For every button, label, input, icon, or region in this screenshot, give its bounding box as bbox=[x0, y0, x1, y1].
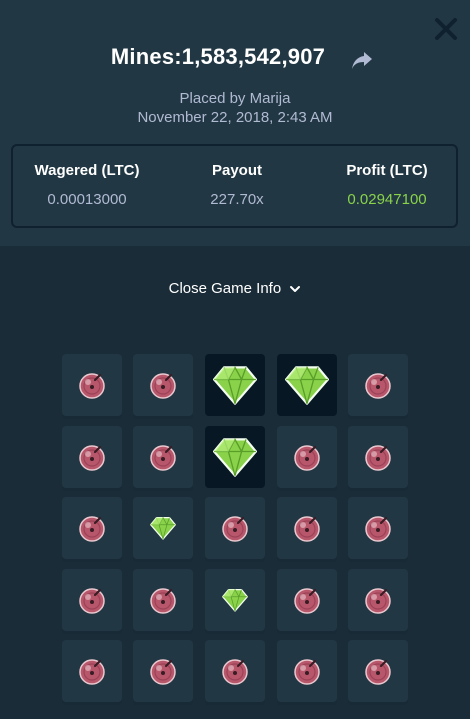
board-tile[interactable] bbox=[62, 497, 122, 559]
board-tile[interactable] bbox=[277, 354, 337, 416]
board-tile[interactable] bbox=[277, 569, 337, 631]
board-tile[interactable] bbox=[348, 497, 408, 559]
profit-label: Profit (LTC) bbox=[346, 162, 428, 179]
mine-icon bbox=[363, 656, 393, 686]
mine-icon bbox=[77, 370, 107, 400]
board-tile[interactable] bbox=[62, 569, 122, 631]
mine-icon bbox=[292, 513, 322, 543]
bet-date: November 22, 2018, 2:43 AM bbox=[137, 109, 333, 126]
stat-payout: Payout 227.70x bbox=[181, 162, 293, 208]
toggle-label: Close Game Info bbox=[168, 280, 282, 297]
mine-icon bbox=[148, 442, 178, 472]
bet-stats-panel: Wagered (LTC) 0.00013000 Payout 227.70x … bbox=[11, 144, 458, 228]
board-tile[interactable] bbox=[348, 569, 408, 631]
board-tile[interactable] bbox=[133, 426, 193, 488]
board-tile[interactable] bbox=[62, 354, 122, 416]
board-tile[interactable] bbox=[205, 354, 265, 416]
gem-icon bbox=[222, 587, 248, 613]
board-tile[interactable] bbox=[133, 497, 193, 559]
stat-wagered: Wagered (LTC) 0.00013000 bbox=[31, 162, 143, 208]
gem-icon bbox=[213, 435, 257, 479]
payout-value: 227.70x bbox=[210, 191, 264, 208]
mine-icon bbox=[77, 656, 107, 686]
chevron-down-icon bbox=[285, 280, 301, 297]
board-tile[interactable] bbox=[277, 497, 337, 559]
board-tile[interactable] bbox=[205, 426, 265, 488]
gem-icon bbox=[285, 363, 329, 407]
board-tile[interactable] bbox=[62, 640, 122, 702]
board-tile[interactable] bbox=[348, 354, 408, 416]
bet-title: Mines:1,583,542,907 bbox=[0, 44, 470, 78]
mine-icon bbox=[77, 585, 107, 615]
mine-icon bbox=[363, 442, 393, 472]
mine-icon bbox=[77, 513, 107, 543]
board-tile[interactable] bbox=[62, 426, 122, 488]
board-tile[interactable] bbox=[205, 569, 265, 631]
mine-icon bbox=[148, 370, 178, 400]
payout-label: Payout bbox=[211, 162, 262, 179]
mine-icon bbox=[220, 656, 250, 686]
wagered-label: Wagered (LTC) bbox=[34, 162, 140, 179]
share-arrow-icon[interactable] bbox=[351, 51, 373, 71]
board-tile[interactable] bbox=[348, 426, 408, 488]
bet-header: Mines:1,583,542,907 Placed by Marija Nov… bbox=[0, 0, 470, 246]
board-tile[interactable] bbox=[277, 640, 337, 702]
board-tile[interactable] bbox=[277, 426, 337, 488]
mine-icon bbox=[363, 585, 393, 615]
board-tile[interactable] bbox=[133, 354, 193, 416]
board-tile[interactable] bbox=[205, 497, 265, 559]
close-icon[interactable] bbox=[433, 16, 459, 42]
board-tile[interactable] bbox=[133, 640, 193, 702]
mine-icon bbox=[292, 585, 322, 615]
gem-icon bbox=[213, 363, 257, 407]
gem-icon bbox=[150, 515, 176, 541]
mine-icon bbox=[148, 585, 178, 615]
board-tile[interactable] bbox=[348, 640, 408, 702]
mine-icon bbox=[220, 513, 250, 543]
mine-icon bbox=[148, 656, 178, 686]
mine-icon bbox=[363, 370, 393, 400]
bet-title-text: Mines:1,583,542,907 bbox=[110, 44, 326, 69]
close-game-info-toggle[interactable]: Close Game Info bbox=[0, 280, 470, 297]
bet-meta: Placed by Marija November 22, 2018, 2:43… bbox=[0, 89, 470, 127]
board-tile[interactable] bbox=[133, 569, 193, 631]
mine-icon bbox=[292, 442, 322, 472]
wagered-value: 0.00013000 bbox=[47, 191, 127, 208]
mine-icon bbox=[77, 442, 107, 472]
stat-profit: Profit (LTC) 0.02947100 bbox=[331, 162, 443, 208]
placed-by-text: Placed by Marija bbox=[179, 90, 291, 107]
mine-icon bbox=[363, 513, 393, 543]
mine-icon bbox=[292, 656, 322, 686]
board-tile[interactable] bbox=[205, 640, 265, 702]
profit-value: 0.02947100 bbox=[347, 191, 427, 208]
